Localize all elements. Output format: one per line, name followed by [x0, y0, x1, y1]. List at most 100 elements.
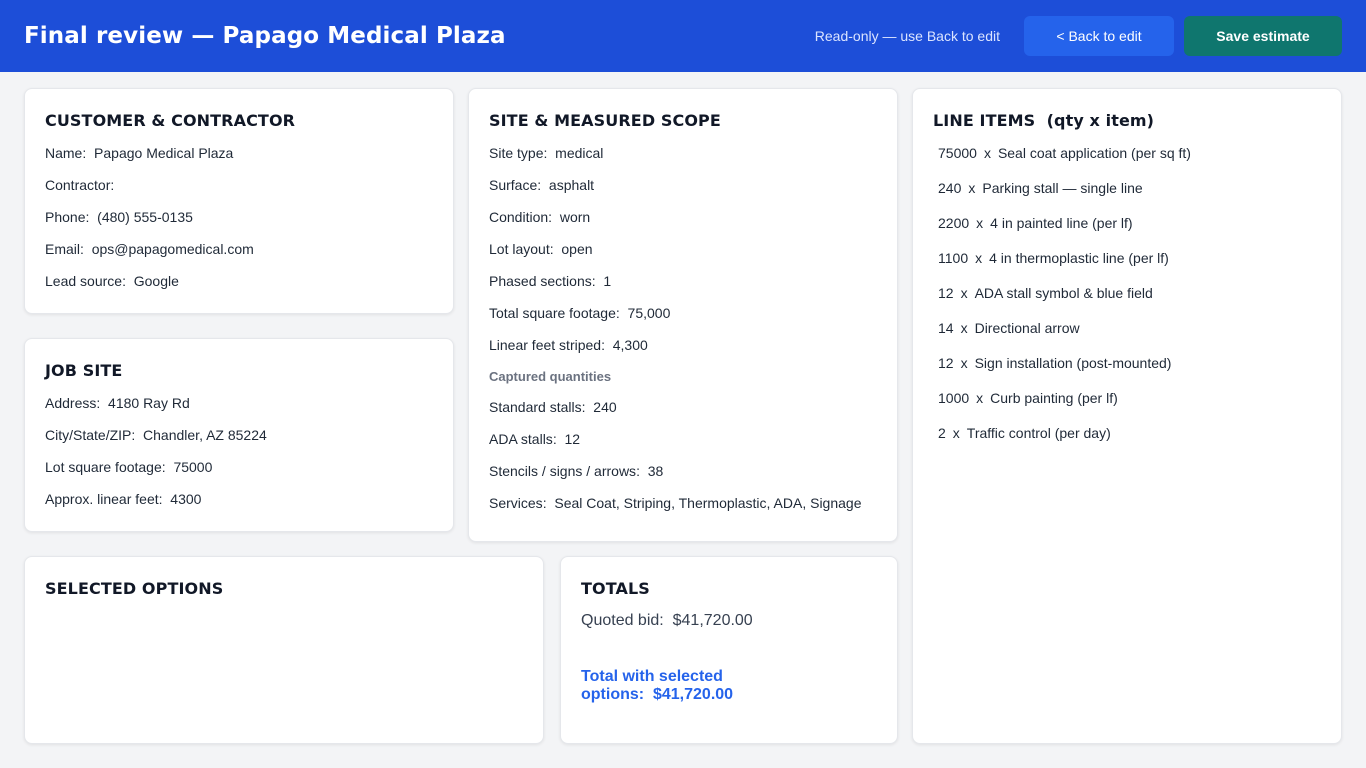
field-value: 4180 Ray Rd [108, 395, 190, 411]
site-type-row: Site typemedical [489, 144, 877, 176]
captured-quantities-heading: Captured quantities [489, 369, 612, 384]
job-site-card: JOB SITE Address4180 Ray Rd City/State/Z… [24, 338, 454, 532]
line-item-name: Directional arrow [974, 320, 1080, 336]
line-item-name: Traffic control (per day) [966, 425, 1111, 441]
line-item-separator: x [975, 250, 983, 266]
line-item-qty: 12 [938, 355, 954, 371]
line-item-separator: x [983, 145, 991, 161]
stencils-row: Stencils / signs / arrows38 [489, 462, 877, 494]
readonly-note: Read-only — use Back to edit [814, 28, 1000, 44]
line-items-list: 75000 x Seal coat application (per sq ft) … [933, 144, 1321, 459]
field-value: open [561, 241, 593, 257]
quoted-bid-label: Quoted bid [581, 612, 673, 629]
line-item-qty: 12 [938, 285, 954, 301]
selected-options-heading: SELECTED OPTIONS [45, 579, 224, 598]
quoted-bid: Quoted bid$41,720.00 [581, 612, 877, 630]
back-to-edit-button[interactable]: < Back to edit [1024, 16, 1174, 56]
lead-source-row: Lead sourceGoogle [45, 272, 433, 304]
field-label: Lead source [45, 273, 134, 289]
field-value: 12 [564, 431, 581, 447]
line-item-qty: 14 [938, 320, 954, 336]
line-item-name: Sign installation (post-mounted) [974, 355, 1172, 371]
total-with-options: Total with selected options$41,720.00 [581, 668, 877, 704]
line-item-qty: 1000 [938, 390, 970, 406]
line-item-separator: x [960, 355, 968, 371]
field-label: Phased sections [489, 273, 603, 289]
field-label: Contractor [45, 177, 122, 193]
field-label: Site type [489, 145, 555, 161]
line-item: 75000 x Seal coat application (per sq ft) [933, 144, 1321, 179]
line-item: 1000 x Curb painting (per lf) [933, 389, 1321, 424]
field-label: Condition [489, 209, 560, 225]
line-item-separator: x [960, 285, 968, 301]
line-item-name: Parking stall — single line [982, 180, 1143, 196]
field-value: Chandler, AZ 85224 [143, 427, 267, 443]
line-item: 14 x Directional arrow [933, 319, 1321, 354]
field-label: Linear feet striped [489, 337, 613, 353]
ada-stalls-row: ADA stalls12 [489, 430, 877, 462]
totals-heading: TOTALS [581, 579, 650, 598]
line-item: 240 x Parking stall — single line [933, 179, 1321, 214]
field-value: Seal Coat, Striping, Thermoplastic, ADA,… [554, 495, 862, 511]
field-label: Surface [489, 177, 549, 193]
line-item: 12 x Sign installation (post-mounted) [933, 354, 1321, 389]
services-row: ServicesSeal Coat, Striping, Thermoplast… [489, 494, 877, 526]
field-label: Lot square footage [45, 459, 173, 475]
field-value: ops@papagomedical.com [91, 241, 254, 257]
field-value: Google [133, 273, 179, 289]
line-item-name: 4 in thermoplastic line (per lf) [989, 250, 1169, 266]
field-value: 4300 [170, 491, 202, 507]
line-item-qty: 75000 [938, 145, 977, 161]
line-item-name: 4 in painted line (per lf) [990, 215, 1133, 231]
line-item-qty: 2 [938, 425, 946, 441]
line-item-name: Seal coat application (per sq ft) [997, 145, 1191, 161]
job-site-heading: JOB SITE [45, 361, 123, 380]
field-label: Total square footage [489, 305, 628, 321]
field-value: Papago Medical Plaza [94, 145, 234, 161]
line-items-card: LINE ITEMS (qty x item) 75000 x Seal coat … [912, 88, 1342, 744]
selected-options-card: SELECTED OPTIONS [24, 556, 544, 744]
line-item-separator: x [976, 390, 984, 406]
field-value: medical [555, 145, 604, 161]
customer-name-row: NamePapago Medical Plaza [45, 144, 433, 176]
site-scope-card: SITE & MEASURED SCOPE Site typemedical S… [468, 88, 898, 542]
standard-stalls-row: Standard stalls240 [489, 398, 877, 430]
header-actions: Read-only — use Back to edit < Back to e… [815, 16, 1342, 56]
email-row: Emailops@papagomedical.com [45, 240, 433, 272]
quoted-bid-value: $41,720.00 [672, 612, 753, 629]
line-item-name: Curb painting (per lf) [990, 390, 1118, 406]
field-label: ADA stalls [489, 431, 564, 447]
field-label: Phone [45, 209, 97, 225]
field-value: 38 [647, 463, 664, 479]
total-with-options-value: $41,720.00 [652, 686, 734, 703]
line-item-separator: x [960, 320, 968, 336]
field-value: 4,300 [612, 337, 648, 353]
approx-linear-feet-row: Approx. linear feet4300 [45, 490, 433, 522]
condition-row: Conditionworn [489, 208, 877, 240]
field-value: asphalt [548, 177, 595, 193]
line-item-separator: x [952, 425, 960, 441]
line-item-qty: 2200 [938, 215, 970, 231]
lot-layout-row: Lot layoutopen [489, 240, 877, 272]
line-item: 12 x ADA stall symbol & blue field [933, 284, 1321, 319]
line-item: 2 x Traffic control (per day) [933, 424, 1321, 459]
field-value: worn [559, 209, 591, 225]
field-value: (480) 555-0135 [97, 209, 193, 225]
field-value: 1 [603, 273, 612, 289]
save-estimate-button[interactable]: Save estimate [1184, 16, 1342, 56]
linear-feet-striped-row: Linear feet striped4,300 [489, 336, 877, 368]
field-label: City/State/ZIP [45, 427, 143, 443]
field-label: Approx. linear feet [45, 491, 170, 507]
line-item: 1100 x 4 in thermoplastic line (per lf) [933, 249, 1321, 284]
line-items-heading: LINE ITEMS (qty x item) [933, 111, 1155, 130]
phased-sections-row: Phased sections1 [489, 272, 877, 304]
field-value: 75,000 [627, 305, 671, 321]
field-label: Services [489, 495, 554, 511]
field-label: Lot layout [489, 241, 561, 257]
address-row: Address4180 Ray Rd [45, 394, 433, 426]
surface-row: Surfaceasphalt [489, 176, 877, 208]
line-item: 2200 x 4 in painted line (per lf) [933, 214, 1321, 249]
phone-row: Phone(480) 555-0135 [45, 208, 433, 240]
customer-contractor-card: CUSTOMER & CONTRACTOR NamePapago Medical… [24, 88, 454, 314]
customer-heading: CUSTOMER & CONTRACTOR [45, 111, 296, 130]
